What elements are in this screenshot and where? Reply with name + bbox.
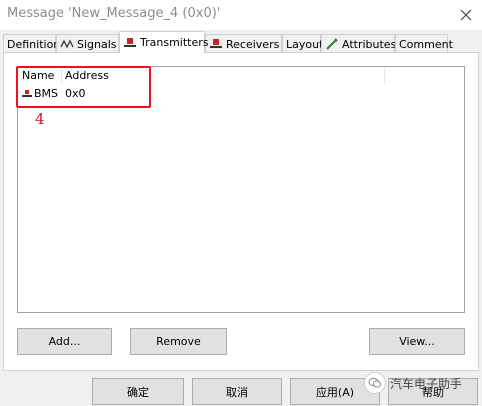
transmitter-icon	[123, 36, 137, 50]
annotation-highlight-box	[16, 66, 151, 108]
tab-label: Comment	[399, 37, 453, 51]
tab-label: Transmitters	[140, 36, 209, 49]
tab-transmitters[interactable]: Transmitters	[119, 31, 209, 53]
tab-layout[interactable]: Layout	[282, 34, 324, 53]
cancel-button[interactable]: 取消	[192, 378, 282, 405]
tab-receivers[interactable]: Receivers	[205, 34, 282, 53]
tab-attributes[interactable]: Attributes	[321, 34, 397, 53]
watermark-text: 汽车电子助手	[390, 376, 463, 391]
tab-signals[interactable]: Signals	[56, 34, 119, 53]
attributes-icon	[325, 37, 339, 51]
title-bar: Message 'New_Message_4 (0x0)'	[0, 0, 482, 30]
tab-label: Signals	[77, 37, 117, 51]
view-button[interactable]: View...	[369, 328, 465, 355]
column-separator[interactable]	[384, 69, 385, 83]
tab-label: Receivers	[226, 37, 280, 51]
watermark: 汽车电子助手	[364, 372, 462, 394]
window-title: Message 'New_Message_4 (0x0)'	[7, 6, 221, 21]
tab-label: Definition	[7, 37, 61, 51]
tab-strip: Definition Signals Transmitters Receiver…	[3, 31, 479, 53]
tab-label: Attributes	[342, 37, 397, 51]
annotation-number: 4	[35, 110, 45, 128]
close-icon	[460, 9, 472, 21]
wechat-icon	[364, 372, 386, 394]
tab-definition[interactable]: Definition	[3, 34, 60, 53]
tab-comment[interactable]: Comment	[395, 34, 453, 53]
receiver-icon	[209, 37, 223, 51]
signals-icon	[60, 37, 74, 51]
remove-button[interactable]: Remove	[130, 328, 227, 355]
add-button[interactable]: Add...	[17, 328, 112, 355]
ok-button[interactable]: 确定	[92, 378, 184, 405]
close-button[interactable]	[454, 3, 478, 27]
tab-label: Layout	[286, 37, 324, 51]
